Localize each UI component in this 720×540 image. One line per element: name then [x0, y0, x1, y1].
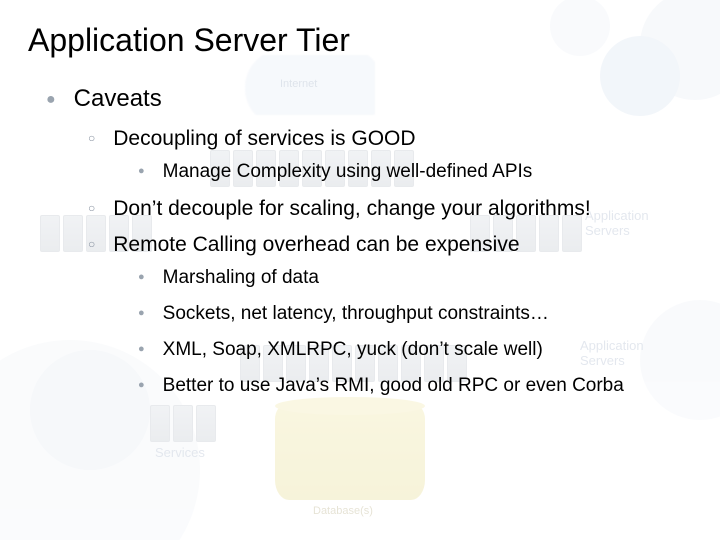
bullet-text: Better to use Java’s RMI, good old RPC o…: [163, 375, 624, 397]
circle-bullet-icon: ○: [88, 131, 95, 145]
bullet-text: Decoupling of services is GOOD: [113, 127, 415, 151]
bullet-text: XML, Soap, XMLRPC, yuck (don’t scale wel…: [163, 339, 543, 361]
bullet-lv3-sockets: ● Sockets, net latency, throughput const…: [138, 303, 692, 325]
slide-content: Application Server Tier ● Caveats ○ Deco…: [0, 0, 720, 397]
bullet-text: Sockets, net latency, throughput constra…: [163, 303, 549, 325]
bullet-lv3-xml: ● XML, Soap, XMLRPC, yuck (don’t scale w…: [138, 339, 692, 361]
disc-bullet-icon: ●: [138, 343, 145, 355]
bullet-text: Don’t decouple for scaling, change your …: [113, 197, 590, 221]
disc-bullet-icon: ●: [138, 271, 145, 283]
bullet-lv2-decoupling: ○ Decoupling of services is GOOD: [88, 127, 692, 151]
bullet-text: Marshaling of data: [163, 267, 319, 289]
bullet-lv3-manage-complexity: ● Manage Complexity using well-defined A…: [138, 161, 692, 183]
disc-bullet-icon: ●: [138, 307, 145, 319]
disc-bullet-icon: ●: [138, 165, 145, 177]
slide-title: Application Server Tier: [28, 22, 692, 59]
bullet-lv2-dont-decouple: ○ Don’t decouple for scaling, change you…: [88, 197, 692, 221]
bullet-lv3-marshaling: ● Marshaling of data: [138, 267, 692, 289]
bullet-lv1-caveats: ● Caveats: [46, 85, 692, 113]
bullet-text: Manage Complexity using well-defined API…: [163, 161, 533, 183]
bullet-text: Caveats: [74, 85, 162, 113]
circle-bullet-icon: ○: [88, 237, 95, 251]
disc-bullet-icon: ●: [138, 379, 145, 391]
bg-database-label: Database(s): [313, 505, 373, 517]
bg-services-label: Services: [155, 445, 205, 460]
disc-bullet-icon: ●: [46, 91, 56, 109]
bullet-lv3-rmi: ● Better to use Java’s RMI, good old RPC…: [138, 375, 692, 397]
bullet-text: Remote Calling overhead can be expensive: [113, 233, 519, 257]
circle-bullet-icon: ○: [88, 201, 95, 215]
bullet-lv2-remote-calling: ○ Remote Calling overhead can be expensi…: [88, 233, 692, 257]
